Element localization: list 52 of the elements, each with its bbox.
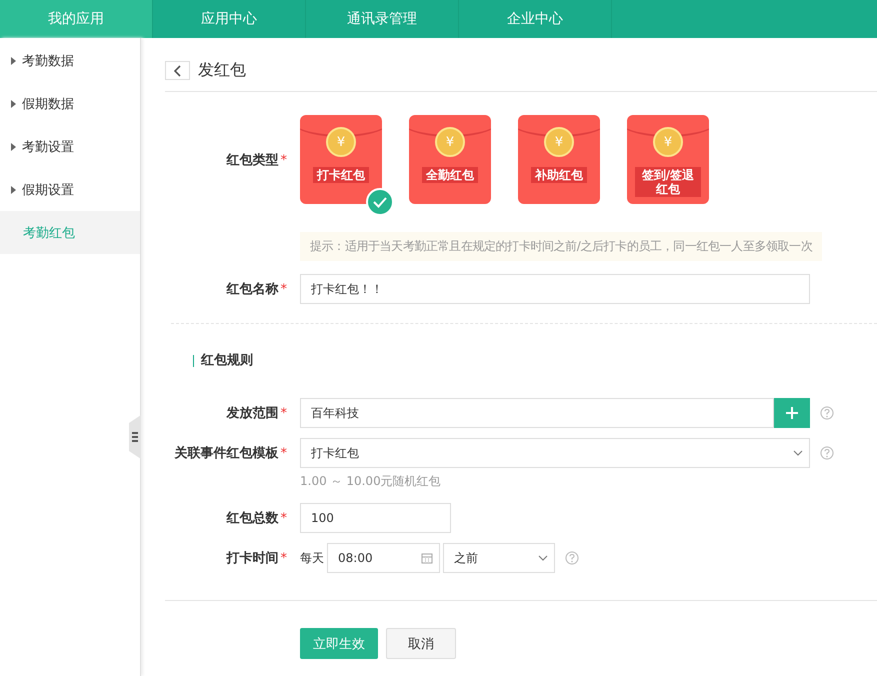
required-mark: * [280,406,287,421]
field-label: 红包名称 [226,282,278,297]
expand-icon [11,56,16,64]
envelope-option[interactable]: ¥ 打卡红包 [300,115,382,204]
back-button[interactable] [165,61,190,80]
envelope-option[interactable]: ¥ 补助红包 [518,115,600,204]
calendar-icon [421,552,433,564]
cancel-button[interactable]: 取消 [386,628,456,659]
add-button[interactable] [774,398,810,428]
caret-icon [793,450,803,456]
envelope-option[interactable]: ¥ 全勤红包 [409,115,491,204]
time-prefix: 每天 [300,550,324,566]
field-label: 红包类型 [226,152,278,168]
plus-icon [786,407,798,419]
help-icon[interactable] [820,446,834,460]
collapse-handle-icon[interactable] [129,415,141,459]
required-mark: * [280,511,287,526]
coin-icon: ¥ [435,127,465,157]
template-dropdown[interactable]: 打卡红包 [300,438,810,468]
required-mark: * [280,282,287,297]
required-mark: * [280,446,287,461]
help-icon[interactable] [820,406,834,420]
field-label: 打卡时间 [226,551,278,566]
section-title: 红包规则 [193,355,253,367]
field-label: 关联事件红包模板 [174,446,278,461]
expand-icon [11,142,16,150]
sidebar-item[interactable]: 考勤设置 [0,125,140,168]
coin-icon: ¥ [653,127,683,157]
required-mark: * [280,551,287,566]
required-mark: * [280,152,287,168]
sidebar-item[interactable]: 假期设置 [0,168,140,211]
time-picker[interactable]: 08:00 [327,543,440,573]
checkmark-icon [366,188,394,216]
caret-icon [538,555,548,561]
sidebar-item[interactable]: 考勤数据 [0,39,140,82]
hint-text: 1.00 ～ 10.00元随机红包 [300,473,441,490]
field-label: 发放范围 [226,406,278,421]
page-title: 发红包 [198,60,246,81]
envelope-option[interactable]: ¥ 签到/签退红包 [627,115,709,204]
relation-dropdown[interactable]: 之前 [443,543,555,573]
hint-text: 提示：适用于当天考勤正常且在规定的打卡时间之前/之后打卡的员工，同一红包一人至多领取一次 [300,232,822,261]
sidebar-item[interactable]: 假期数据 [0,82,140,125]
chevron-left-icon [174,64,182,76]
field-label: 红包总数 [226,511,278,526]
scope-input[interactable]: 百年科技 [300,398,774,428]
expand-icon [11,100,16,108]
help-icon[interactable] [565,551,579,565]
total-input[interactable]: 100 [300,503,451,533]
name-input[interactable]: 打卡红包！！ [300,274,810,304]
coin-icon: ¥ [544,127,574,157]
coin-icon: ¥ [326,127,356,157]
expand-icon [11,186,16,194]
